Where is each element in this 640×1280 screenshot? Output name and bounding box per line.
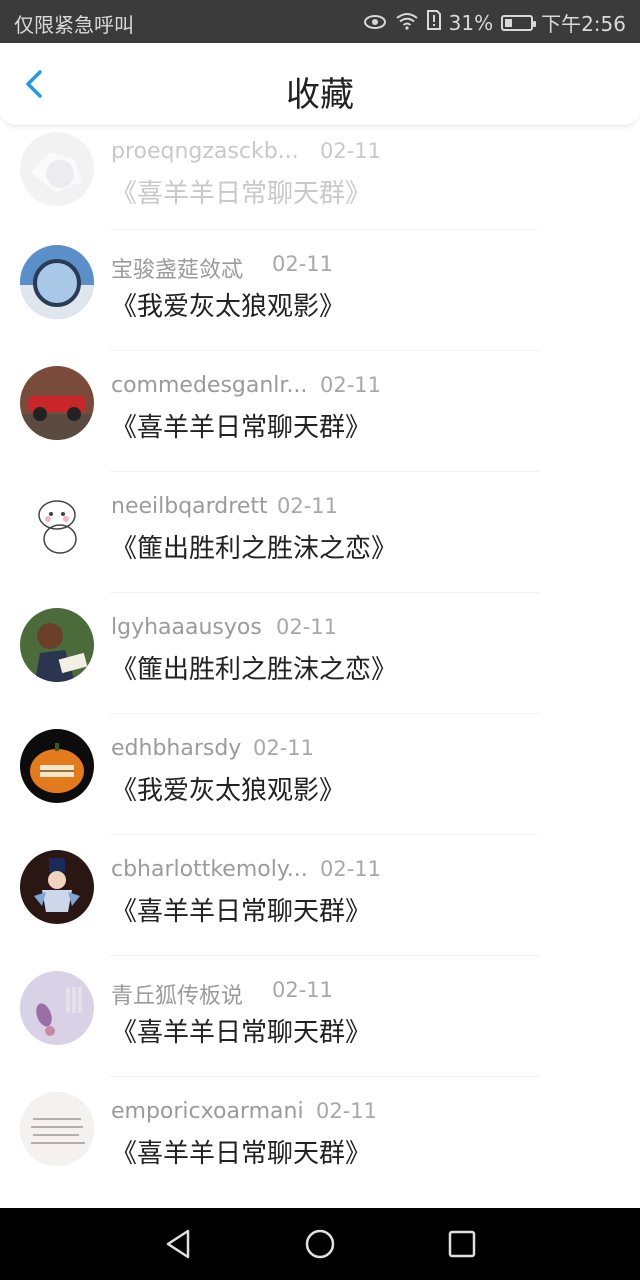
group-title: 《喜羊羊日常聊天群》	[111, 413, 372, 443]
clock: 下午2:56	[541, 12, 626, 36]
list-item[interactable]: edhbharsdy 02-11 《我爱灰太狼观影》	[0, 714, 640, 835]
list-item[interactable]: cbharlottkemoly... 02-11 《喜羊羊日常聊天群》	[0, 835, 640, 956]
list-item[interactable]: neeilbqardrett 02-11 《篚出胜利之胜沫之恋》	[0, 472, 640, 593]
home-circle-icon	[302, 1229, 338, 1266]
page-title: 收藏	[286, 75, 354, 115]
nav-home-button[interactable]	[302, 1226, 338, 1262]
item-date: 02-11	[253, 736, 315, 760]
status-icons: 31% 下午2:56	[363, 8, 626, 37]
avatar	[20, 366, 94, 440]
nav-recents-button[interactable]	[444, 1226, 480, 1262]
list-item[interactable]: 宝骏盏莚敛忒 02-11 《我爱灰太狼观影》	[0, 230, 640, 351]
contact-name: cbharlottkemoly...	[111, 857, 308, 882]
item-date: 02-11	[277, 494, 339, 518]
group-title: 《喜羊羊日常聊天群》	[111, 179, 372, 209]
group-title: 《我爱灰太狼观影》	[111, 292, 346, 322]
recents-square-icon	[444, 1230, 480, 1266]
sim-alert-icon	[426, 10, 441, 35]
group-title: 《我爱灰太狼观影》	[111, 776, 346, 806]
contact-name: 青丘狐传板说	[111, 984, 244, 1009]
battery-icon	[501, 14, 537, 31]
group-title: 《喜羊羊日常聊天群》	[111, 1139, 372, 1169]
eye-icon	[363, 11, 387, 35]
contact-name: lgyhaaausyos	[111, 615, 262, 640]
battery-percent: 31%	[448, 10, 494, 35]
avatar	[20, 487, 94, 561]
avatar	[20, 245, 94, 319]
contact-name: emporicxoarmani	[111, 1099, 304, 1124]
wifi-icon	[395, 11, 419, 35]
system-nav-bar	[0, 1208, 640, 1280]
item-date: 02-11	[276, 615, 338, 639]
group-title: 《篚出胜利之胜沫之恋》	[111, 534, 398, 564]
avatar	[20, 971, 94, 1045]
item-date: 02-11	[320, 857, 382, 881]
avatar	[20, 608, 94, 682]
avatar	[20, 1092, 94, 1166]
favorites-list: proeqngzasckb... 02-11 《喜羊羊日常聊天群》 宝骏盏莚敛忒…	[0, 125, 640, 1198]
item-date: 02-11	[320, 373, 382, 397]
item-date: 02-11	[320, 139, 382, 163]
list-item[interactable]: proeqngzasckb... 02-11 《喜羊羊日常聊天群》	[0, 117, 640, 230]
status-bar: 仅限紧急呼叫 31% 下午2:56	[0, 0, 640, 43]
item-date: 02-11	[272, 252, 334, 276]
contact-name: commedesganlr...	[111, 373, 308, 398]
group-title: 《喜羊羊日常聊天群》	[111, 1018, 372, 1048]
list-item[interactable]: 青丘狐传板说 02-11 《喜羊羊日常聊天群》	[0, 956, 640, 1077]
item-date: 02-11	[316, 1099, 378, 1123]
contact-name: 宝骏盏莚敛忒	[111, 258, 244, 283]
contact-name: neeilbqardrett	[111, 494, 268, 519]
item-date: 02-11	[272, 978, 334, 1002]
list-item[interactable]: emporicxoarmani 02-11 《喜羊羊日常聊天群》	[0, 1077, 640, 1198]
group-title: 《篚出胜利之胜沫之恋》	[111, 655, 398, 685]
group-title: 《喜羊羊日常聊天群》	[111, 897, 372, 927]
back-triangle-icon	[160, 1229, 196, 1266]
carrier-status-text: 仅限紧急呼叫	[14, 13, 134, 37]
app-header: 收藏	[0, 43, 640, 126]
list-item[interactable]: lgyhaaausyos 02-11 《篚出胜利之胜沫之恋》	[0, 593, 640, 714]
avatar	[20, 729, 94, 803]
contact-name: edhbharsdy	[111, 736, 242, 761]
nav-back-button[interactable]	[160, 1226, 196, 1262]
avatar	[20, 132, 94, 206]
contact-name: proeqngzasckb...	[111, 139, 299, 164]
list-item[interactable]: commedesganlr... 02-11 《喜羊羊日常聊天群》	[0, 351, 640, 472]
avatar	[20, 850, 94, 924]
